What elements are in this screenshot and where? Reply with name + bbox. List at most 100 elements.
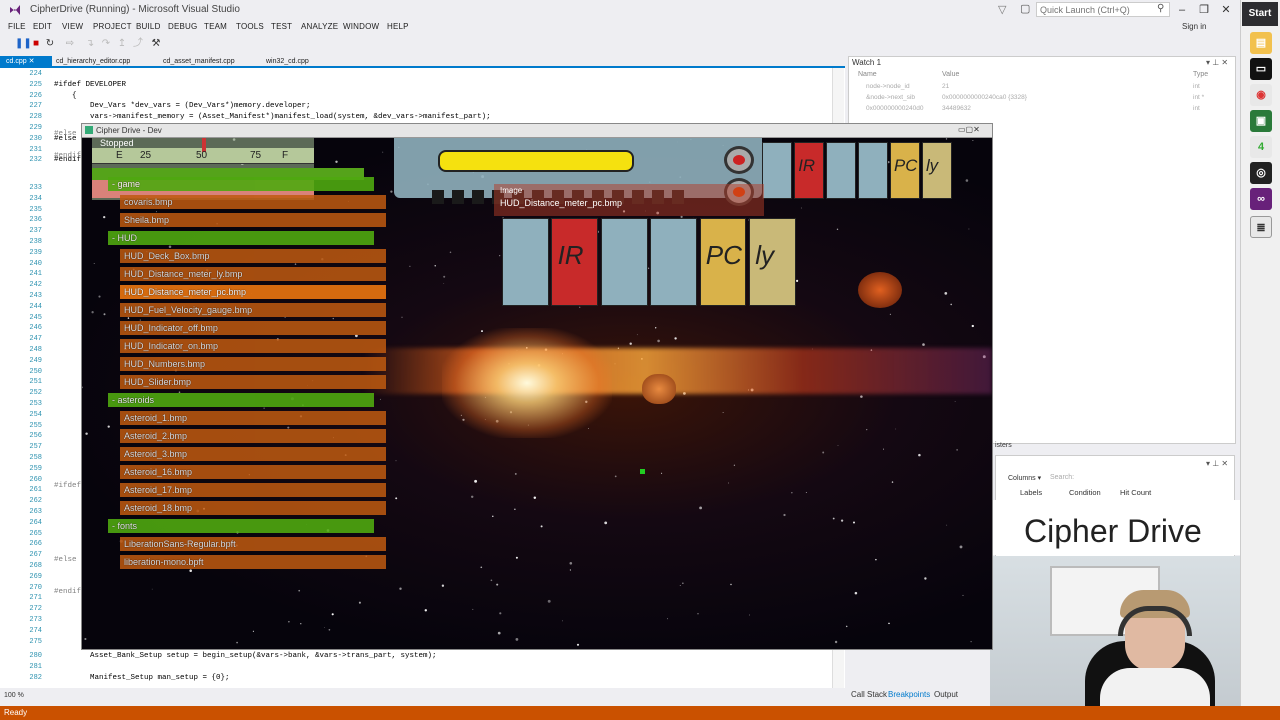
tree-item[interactable]: HUD_Distance_meter_ly.bmp [120, 267, 386, 281]
four-icon[interactable]: 4 [1250, 136, 1272, 158]
menu-build[interactable]: BUILD [136, 22, 161, 31]
tree-item[interactable]: - HUD [108, 231, 374, 245]
tree-item[interactable]: Asteroid_16.bmp [120, 465, 386, 479]
tree-item[interactable]: - fonts [108, 519, 374, 533]
notes-icon[interactable]: ≣ [1250, 216, 1272, 238]
threads-icon[interactable]: ⚒ [150, 38, 162, 50]
chrome-icon[interactable]: ◉ [1250, 84, 1272, 106]
show-next-statement-icon[interactable]: ⇨ [64, 38, 76, 50]
tree-item[interactable]: - asteroids [108, 393, 374, 407]
tree-item[interactable]: HUD_Numbers.bmp [120, 357, 386, 371]
watch-name[interactable]: &node->next_sib [866, 94, 915, 101]
code-line[interactable]: Asset_Bank_Setup setup = begin_setup(&va… [54, 652, 437, 660]
watch-value[interactable]: 21 [942, 83, 949, 90]
star [499, 255, 501, 257]
star [252, 630, 254, 632]
tree-item[interactable]: Asteroid_3.bmp [120, 447, 386, 461]
menu-tools[interactable]: TOOLS [236, 22, 264, 31]
search-field[interactable]: Search: [1050, 474, 1074, 481]
watch-value[interactable]: 34489632 [942, 105, 971, 112]
watch-name[interactable]: node->node_id [866, 83, 910, 90]
menu-team[interactable]: TEAM [204, 22, 227, 31]
terminal-icon[interactable]: ▭ [1250, 58, 1272, 80]
menu-help[interactable]: HELP [387, 22, 409, 31]
pin-icon[interactable]: ▾ ⊥ ✕ [1206, 58, 1228, 67]
tab-output[interactable]: Output [934, 690, 958, 699]
code-line[interactable]: Dev_Vars *dev_vars = (Dev_Vars*)memory.d… [54, 102, 311, 110]
panel-controls-icon[interactable]: ▾ ⊥ ✕ [1206, 459, 1228, 468]
tab-breakpoints[interactable]: Breakpoints [888, 690, 930, 699]
tree-item[interactable]: HUD_Distance_meter_pc.bmp [120, 285, 386, 299]
tree-item[interactable]: Asteroid_1.bmp [120, 411, 386, 425]
step-over-icon[interactable]: ↷ [100, 38, 112, 50]
tab-cd-asset-manifest[interactable]: cd_asset_manifest.cpp [157, 56, 241, 68]
star [409, 265, 411, 267]
menu-file[interactable]: FILE [8, 22, 26, 31]
tree-item[interactable]: - game [108, 177, 374, 191]
zoom-level[interactable]: 100 % [4, 692, 24, 699]
code-line[interactable]: { [54, 92, 77, 100]
feedback-icon[interactable]: ▢ [1020, 2, 1030, 15]
tree-item[interactable]: Asteroid_18.bmp [120, 501, 386, 515]
start-button[interactable]: Start [1242, 2, 1278, 26]
tab-call-stack[interactable]: Call Stack [851, 690, 887, 699]
step-out-icon[interactable]: ↥ [116, 38, 128, 50]
menu-window[interactable]: WINDOW [343, 22, 379, 31]
star [889, 313, 892, 315]
game-canvas[interactable]: IR PC ly IR PC ly Image HUD_Distance_meter_p… [82, 138, 992, 649]
visual-studio-taskbar-icon[interactable]: ∞ [1250, 188, 1272, 210]
columns-dropdown[interactable]: Columns ▾ [1008, 474, 1041, 482]
tree-item[interactable]: Asteroid_17.bmp [120, 483, 386, 497]
restart-icon[interactable]: ↻ [44, 38, 56, 50]
sign-in-link[interactable]: Sign in [1182, 22, 1206, 31]
close-button[interactable]: ✕ [1217, 2, 1235, 18]
tree-item[interactable]: LiberationSans-Regular.bpft [120, 537, 386, 551]
taskbar [1240, 0, 1280, 720]
restore-button[interactable]: ❐ [1195, 2, 1213, 18]
code-line[interactable]: vars->manifest_memory = (Asset_Manifest*… [54, 113, 491, 121]
tool-icon[interactable]: ▣ [1250, 110, 1272, 132]
code-line[interactable]: Manifest_Setup man_setup = {0}; [54, 674, 230, 682]
menu-debug[interactable]: DEBUG [168, 22, 197, 31]
star [472, 608, 474, 610]
file-explorer-icon[interactable]: ▤ [1250, 32, 1272, 54]
tree-item[interactable]: HUD_Deck_Box.bmp [120, 249, 386, 263]
code-line[interactable]: #ifdef DEVELOPER [54, 81, 126, 89]
minimize-button[interactable]: – [1173, 2, 1191, 18]
menu-test[interactable]: TEST [271, 22, 292, 31]
pause-icon[interactable]: ❚❚ [15, 38, 32, 50]
stopped-status: Stopped [100, 138, 134, 148]
menu-view[interactable]: VIEW [62, 22, 83, 31]
star [514, 508, 516, 510]
game-window-controls[interactable]: ▭▢✕ [958, 125, 980, 134]
watch-name[interactable]: 0x000000000240d0 [866, 105, 923, 112]
tree-item[interactable]: HUD_Indicator_on.bmp [120, 339, 386, 353]
fuel-gauge-bar [438, 150, 634, 172]
line-number: 226 [29, 91, 42, 100]
step-into-icon[interactable]: ↴ [84, 38, 96, 50]
quick-launch-input[interactable] [1036, 2, 1170, 17]
menu-edit[interactable]: EDIT [33, 22, 52, 31]
star [492, 515, 494, 518]
tree-item[interactable]: liberation-mono.bpft [120, 555, 386, 569]
filter-icon[interactable]: ▽ [998, 3, 1006, 16]
tree-item[interactable]: Sheila.bmp [120, 213, 386, 227]
game-window[interactable]: Cipher Drive - Dev ▭▢✕ IR PC ly IR PC ly Ima… [81, 123, 993, 650]
obs-icon[interactable]: ◎ [1250, 162, 1272, 184]
tree-item[interactable]: covaris.bmp [120, 195, 386, 209]
stop-icon[interactable]: ■ [30, 38, 42, 50]
tree-item[interactable]: HUD_Slider.bmp [120, 375, 386, 389]
tab-cd-hierarchy-editor[interactable]: cd_hierarchy_editor.cpp [50, 56, 136, 68]
tree-item[interactable]: Asteroid_2.bmp [120, 429, 386, 443]
hex-icon[interactable]: ⤴ [132, 38, 144, 50]
menu-project[interactable]: PROJECT [93, 22, 132, 31]
preprocessor-directive: #endif [54, 152, 82, 160]
tree-item[interactable]: HUD_Indicator_off.bmp [120, 321, 386, 335]
tab-cd-cpp[interactable]: cd.cpp ✕ [0, 56, 52, 68]
tab-win32-cd[interactable]: win32_cd.cpp [260, 56, 315, 68]
image-label: Image [500, 186, 523, 195]
tree-item[interactable]: HUD_Fuel_Velocity_gauge.bmp [120, 303, 386, 317]
watch-value[interactable]: 0x0000000000240ca0 {3328} [942, 94, 1027, 101]
search-icon[interactable]: ⚲ [1157, 3, 1164, 14]
menu-analyze[interactable]: ANALYZE [301, 22, 338, 31]
